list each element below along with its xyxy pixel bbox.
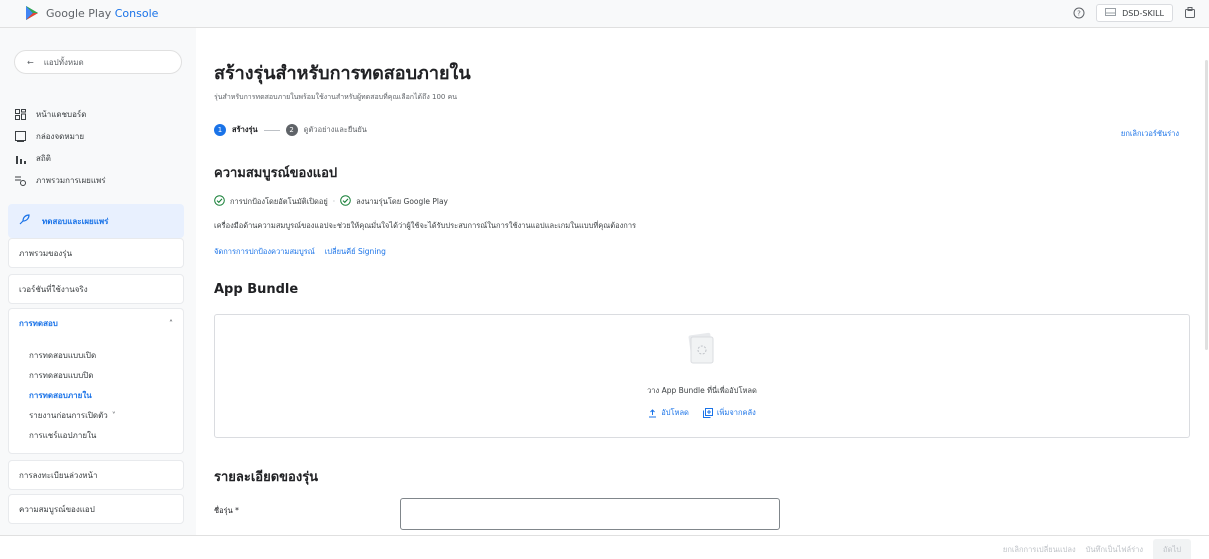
sidebar-item-label: รายงานก่อนการเปิดตัว: [29, 410, 108, 420]
step-2-indicator: 2: [285, 124, 298, 136]
sidebar-item-pre-launch-report[interactable]: รายงานก่อนการเปิดตัว ˅: [9, 405, 183, 425]
stepper: 1 สร้างรุ่น 2 ดูตัวอย่างและยืนยัน: [214, 124, 367, 136]
release-name-input[interactable]: [400, 498, 780, 530]
check-circle-icon: [214, 195, 225, 208]
add-from-library-label: เพิ่มจากคลัง: [716, 408, 756, 417]
sidebar-item-label: กล่องจดหมาย: [36, 132, 85, 141]
google-play-console-logo[interactable]: Google Play Console: [24, 5, 158, 21]
sidebar-section-test-and-release[interactable]: ทดสอบและเผยแพร่: [8, 204, 184, 238]
sidebar-item-label: สถิติ: [36, 154, 51, 163]
discard-changes-button[interactable]: ยกเลิกการเปลี่ยนแปลง: [1003, 544, 1076, 556]
publishing-overview-icon: [14, 175, 26, 187]
sidebar-item-dashboard[interactable]: หน้าแดชบอร์ด: [14, 108, 86, 121]
dropzone-instruction: วาง App Bundle ที่นี่เพื่ออัปโหลด: [647, 386, 757, 395]
top-bar: Google Play Console ? DSD-SKILL: [0, 0, 1209, 28]
library-icon: [702, 408, 713, 418]
sidebar-item-label: การแชร์แอปภายใน: [29, 430, 97, 440]
sidebar-item-open-testing[interactable]: การทดสอบแบบเปิด: [9, 345, 183, 365]
check-circle-icon: [340, 195, 351, 208]
play-logo-icon: [26, 6, 38, 20]
top-right-controls: ? DSD-SKILL: [1070, 4, 1199, 22]
all-apps-button[interactable]: ← แอปทั้งหมด: [14, 50, 182, 74]
brand-google-play: Google Play: [46, 6, 112, 20]
sidebar-item-internal-app-sharing[interactable]: การแชร์แอปภายใน: [9, 425, 183, 445]
help-icon[interactable]: ?: [1070, 4, 1088, 22]
sidebar-item-publishing-overview[interactable]: ภาพรวมการเผยแพร่: [14, 174, 106, 187]
rocket-icon: [18, 214, 30, 228]
chevron-down-icon: ˅: [111, 410, 116, 420]
sidebar-item-app-integrity[interactable]: ความสมบูรณ์ของแอป: [8, 494, 184, 524]
integrity-description: เครื่องมือด้านความสมบูรณ์ของแอปจะช่วยให้…: [214, 221, 637, 230]
brand-title: Google Play Console: [46, 7, 158, 20]
inbox-icon: [14, 131, 26, 143]
page-title: สร้างรุ่นสำหรับการทดสอบภายใน: [214, 63, 471, 84]
developer-account-icon: [1105, 8, 1117, 18]
dashboard-icon: [14, 109, 26, 121]
sidebar-item-label: เวอร์ชันที่ใช้งานจริง: [19, 284, 88, 294]
bar-chart-icon: [14, 153, 26, 165]
step-1-indicator: 1: [214, 124, 226, 136]
change-signing-key-link[interactable]: เปลี่ยนคีย์ Signing: [325, 246, 386, 258]
next-button[interactable]: ถัดไป: [1153, 539, 1191, 559]
sidebar-item-release-overview[interactable]: ภาพรวมของรุ่น: [8, 238, 184, 268]
sidebar-item-testing[interactable]: การทดสอบ ˄: [9, 309, 183, 337]
sidebar-item-label: ภาพรวมการเผยแพร่: [36, 176, 106, 185]
notifications-icon[interactable]: [1181, 4, 1199, 22]
play-signing-status: ลงนามรุ่นโดย Google Play: [356, 196, 448, 206]
section-title: ทดสอบและเผยแพร่: [42, 216, 109, 226]
status-separator: ·: [332, 197, 336, 206]
all-apps-label: แอปทั้งหมด: [43, 57, 84, 67]
app-integrity-heading: ความสมบูรณ์ของแอป: [214, 166, 338, 181]
app-bundle-dropzone[interactable]: วาง App Bundle ที่นี่เพื่ออัปโหลด อัปโหล…: [214, 314, 1190, 438]
auto-protection-status: การปกป้องโดยอัตโนมัติเปิดอยู่: [230, 196, 328, 206]
upload-button[interactable]: อัปโหลด: [648, 407, 689, 419]
sidebar-item-label: การทดสอบแบบปิด: [29, 370, 94, 380]
sidebar-item-statistics[interactable]: สถิติ: [14, 152, 51, 165]
integrity-status-row: การปกป้องโดยอัตโนมัติเปิดอยู่ · ลงนามรุ่…: [214, 195, 448, 208]
sidebar: ← แอปทั้งหมด หน้าแดชบอร์ด กล่องจดหมาย สถ…: [0, 28, 196, 535]
upload-label: อัปโหลด: [661, 408, 689, 417]
page-subtitle: รุ่นสำหรับการทดสอบภายในพร้อมใช้งานสำหรับ…: [214, 93, 458, 101]
manage-integrity-link[interactable]: จัดการการปกป้องความสมบูรณ์: [214, 246, 315, 258]
sidebar-item-label: การทดสอบ: [19, 318, 58, 328]
integrity-links: จัดการการปกป้องความสมบูรณ์ เปลี่ยนคีย์ S…: [214, 246, 386, 258]
discard-draft-link[interactable]: ยกเลิกเวอร์ชันร่าง: [1121, 128, 1179, 140]
bundle-actions: อัปโหลด เพิ่มจากคลัง: [215, 407, 1189, 419]
sidebar-item-closed-testing[interactable]: การทดสอบแบบปิด: [9, 365, 183, 385]
step-2-label[interactable]: ดูตัวอย่างและยืนยัน: [304, 124, 367, 136]
upload-icon: [648, 408, 657, 418]
app-bundle-heading: App Bundle: [214, 282, 299, 297]
sidebar-item-label: หน้าแดชบอร์ด: [36, 110, 87, 119]
footer-bar: ยกเลิกการเปลี่ยนแปลง บันทึกเป็นไฟล์ร่าง …: [0, 535, 1209, 559]
sidebar-item-internal-testing[interactable]: การทดสอบภายใน: [9, 385, 183, 405]
brand-console: Console: [114, 6, 159, 20]
sidebar-item-inbox[interactable]: กล่องจดหมาย: [14, 130, 84, 143]
main-content: สร้างรุ่นสำหรับการทดสอบภายใน รุ่นสำหรับก…: [196, 28, 1209, 535]
svg-text:?: ?: [1077, 10, 1081, 18]
save-as-draft-button[interactable]: บันทึกเป็นไฟล์ร่าง: [1086, 544, 1143, 556]
account-name: DSD-SKILL: [1122, 8, 1164, 18]
sidebar-item-pre-registration[interactable]: การลงทะเบียนล่วงหน้า: [8, 460, 184, 490]
chevron-up-icon: ˄: [169, 318, 173, 328]
account-switcher[interactable]: DSD-SKILL: [1096, 4, 1173, 22]
sidebar-item-label: การทดสอบภายใน: [29, 390, 92, 400]
app-bundle-file-icon: [683, 331, 719, 367]
page-scrollbar[interactable]: [1205, 60, 1208, 350]
sidebar-item-label: การลงทะเบียนล่วงหน้า: [19, 470, 98, 480]
release-details-heading: รายละเอียดของรุ่น: [214, 470, 319, 485]
sidebar-item-label: ความสมบูรณ์ของแอป: [19, 504, 95, 514]
arrow-back-icon: ←: [27, 57, 34, 67]
sidebar-item-label: ภาพรวมของรุ่น: [19, 248, 73, 258]
sidebar-item-production[interactable]: เวอร์ชันที่ใช้งานจริง: [8, 274, 184, 304]
add-from-library-button[interactable]: เพิ่มจากคลัง: [702, 407, 756, 419]
sidebar-group-testing: การทดสอบ ˄ การทดสอบแบบเปิด การทดสอบแบบปิ…: [8, 308, 184, 454]
release-name-label: ชื่อรุ่น *: [214, 506, 239, 515]
step-1-label[interactable]: สร้างรุ่น: [232, 124, 258, 136]
step-connector: [263, 129, 280, 131]
footer-actions: ยกเลิกการเปลี่ยนแปลง บันทึกเป็นไฟล์ร่าง …: [1003, 539, 1191, 559]
sidebar-item-label: การทดสอบแบบเปิด: [29, 350, 97, 360]
